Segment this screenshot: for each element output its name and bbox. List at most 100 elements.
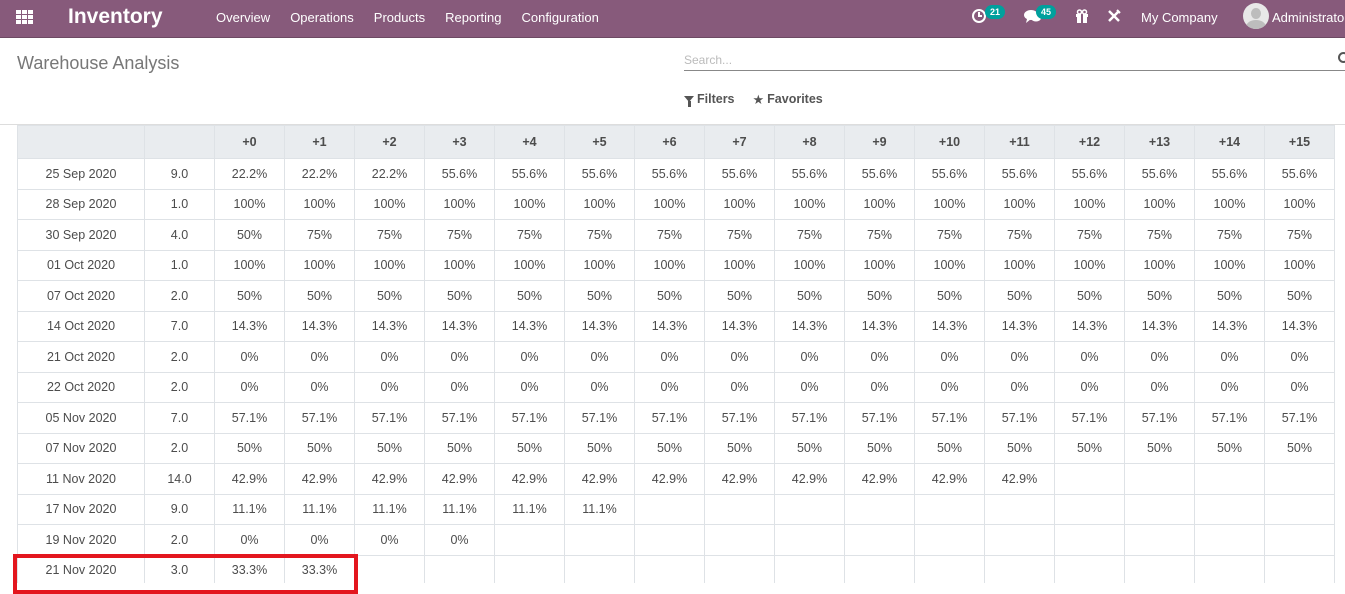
search-input[interactable] — [684, 51, 1324, 69]
cohort-cell[interactable]: 42.9% — [494, 463, 565, 495]
cohort-cell[interactable]: 0% — [354, 341, 425, 373]
cohort-cell[interactable]: 11.1% — [214, 493, 285, 525]
cohort-cell[interactable]: 0% — [424, 341, 495, 373]
cohort-cell[interactable]: 0% — [424, 371, 495, 403]
cohort-cell[interactable]: 50% — [634, 280, 705, 312]
cohort-cell[interactable]: 100% — [774, 249, 845, 281]
cohort-cell[interactable]: 75% — [1054, 219, 1125, 251]
menu-reporting[interactable]: Reporting — [445, 10, 501, 25]
cohort-cell[interactable]: 14.3% — [1264, 310, 1335, 342]
cohort-cell[interactable]: 57.1% — [564, 402, 635, 434]
cohort-cell[interactable]: 50% — [1124, 280, 1195, 312]
cohort-cell[interactable]: 14.3% — [984, 310, 1055, 342]
cohort-cell[interactable]: 75% — [704, 219, 775, 251]
cohort-cell[interactable]: 50% — [494, 280, 565, 312]
cohort-cell[interactable]: 57.1% — [1194, 402, 1265, 434]
cohort-cell[interactable]: 0% — [1054, 371, 1125, 403]
cohort-cell[interactable]: 50% — [214, 432, 285, 464]
cohort-cell[interactable]: 0% — [354, 524, 425, 556]
cohort-cell[interactable]: 14.3% — [214, 310, 285, 342]
cohort-cell[interactable]: 75% — [354, 219, 425, 251]
messages-button[interactable]: 45 — [1024, 5, 1057, 28]
cohort-cell[interactable]: 75% — [1194, 219, 1265, 251]
cohort-cell[interactable]: 0% — [844, 371, 915, 403]
cohort-cell[interactable]: 11.1% — [564, 493, 635, 525]
cohort-cell[interactable]: 55.6% — [1054, 158, 1125, 190]
cohort-cell[interactable]: 42.9% — [704, 463, 775, 495]
cohort-cell[interactable]: 14.3% — [844, 310, 915, 342]
cohort-cell[interactable]: 100% — [494, 249, 565, 281]
cohort-cell[interactable]: 100% — [984, 188, 1055, 220]
cohort-cell[interactable]: 0% — [1264, 371, 1335, 403]
cohort-cell[interactable]: 100% — [844, 249, 915, 281]
activity-button[interactable]: 21 — [971, 5, 1006, 29]
app-title[interactable]: Inventory — [68, 5, 163, 29]
cohort-cell[interactable]: 42.9% — [424, 463, 495, 495]
cohort-cell[interactable]: 0% — [214, 524, 285, 556]
cohort-cell[interactable]: 50% — [844, 280, 915, 312]
cohort-cell[interactable]: 0% — [284, 371, 355, 403]
cohort-cell[interactable]: 42.9% — [564, 463, 635, 495]
cohort-cell[interactable]: 57.1% — [914, 402, 985, 434]
cohort-cell[interactable]: 100% — [214, 188, 285, 220]
cohort-cell[interactable]: 57.1% — [1054, 402, 1125, 434]
cohort-cell[interactable]: 50% — [774, 280, 845, 312]
cohort-cell[interactable]: 0% — [284, 524, 355, 556]
cohort-cell[interactable]: 14.3% — [704, 310, 775, 342]
cohort-cell[interactable]: 50% — [1124, 432, 1195, 464]
cohort-cell[interactable]: 57.1% — [214, 402, 285, 434]
cohort-cell[interactable]: 14.3% — [1054, 310, 1125, 342]
cohort-cell[interactable]: 100% — [914, 249, 985, 281]
cohort-cell[interactable]: 55.6% — [1124, 158, 1195, 190]
cohort-cell[interactable]: 100% — [354, 249, 425, 281]
cohort-cell[interactable]: 14.3% — [354, 310, 425, 342]
cohort-cell[interactable]: 42.9% — [984, 463, 1055, 495]
cohort-cell[interactable]: 100% — [564, 249, 635, 281]
cohort-cell[interactable]: 100% — [844, 188, 915, 220]
cohort-cell[interactable]: 75% — [494, 219, 565, 251]
cohort-cell[interactable]: 50% — [284, 432, 355, 464]
cohort-cell[interactable]: 50% — [984, 432, 1055, 464]
cohort-cell[interactable]: 0% — [424, 524, 495, 556]
cohort-cell[interactable]: 100% — [1124, 188, 1195, 220]
cohort-cell[interactable]: 100% — [634, 188, 705, 220]
cohort-cell[interactable]: 55.6% — [914, 158, 985, 190]
cohort-cell[interactable]: 50% — [1054, 432, 1125, 464]
cohort-cell[interactable]: 14.3% — [634, 310, 705, 342]
cohort-cell[interactable]: 55.6% — [1194, 158, 1265, 190]
gift-button[interactable] — [1075, 9, 1089, 28]
cohort-cell[interactable]: 50% — [704, 432, 775, 464]
cohort-cell[interactable]: 0% — [354, 371, 425, 403]
cohort-cell[interactable]: 50% — [214, 280, 285, 312]
filters-button[interactable]: Filters — [684, 92, 735, 107]
cohort-cell[interactable]: 0% — [1054, 341, 1125, 373]
cohort-cell[interactable]: 0% — [704, 371, 775, 403]
cohort-cell[interactable]: 11.1% — [284, 493, 355, 525]
cohort-cell[interactable]: 57.1% — [774, 402, 845, 434]
cohort-cell[interactable]: 42.9% — [844, 463, 915, 495]
cohort-cell[interactable]: 100% — [704, 249, 775, 281]
cohort-cell[interactable]: 0% — [564, 341, 635, 373]
cohort-cell[interactable]: 0% — [494, 371, 565, 403]
cohort-cell[interactable]: 14.3% — [284, 310, 355, 342]
debug-tools-button[interactable] — [1107, 9, 1121, 28]
cohort-cell[interactable]: 50% — [284, 280, 355, 312]
cohort-cell[interactable]: 0% — [564, 371, 635, 403]
cohort-cell[interactable]: 11.1% — [354, 493, 425, 525]
cohort-cell[interactable]: 50% — [564, 432, 635, 464]
cohort-cell[interactable]: 57.1% — [354, 402, 425, 434]
cohort-cell[interactable]: 100% — [704, 188, 775, 220]
cohort-cell[interactable]: 57.1% — [1124, 402, 1195, 434]
cohort-cell[interactable]: 55.6% — [704, 158, 775, 190]
cohort-cell[interactable]: 50% — [774, 432, 845, 464]
cohort-cell[interactable]: 50% — [1264, 280, 1335, 312]
cohort-cell[interactable]: 0% — [844, 341, 915, 373]
cohort-cell[interactable]: 55.6% — [1264, 158, 1335, 190]
cohort-cell[interactable]: 100% — [284, 249, 355, 281]
cohort-cell[interactable]: 0% — [774, 371, 845, 403]
menu-configuration[interactable]: Configuration — [521, 10, 598, 25]
cohort-cell[interactable]: 0% — [634, 341, 705, 373]
cohort-cell[interactable]: 50% — [354, 432, 425, 464]
cohort-cell[interactable]: 75% — [284, 219, 355, 251]
cohort-cell[interactable]: 75% — [774, 219, 845, 251]
